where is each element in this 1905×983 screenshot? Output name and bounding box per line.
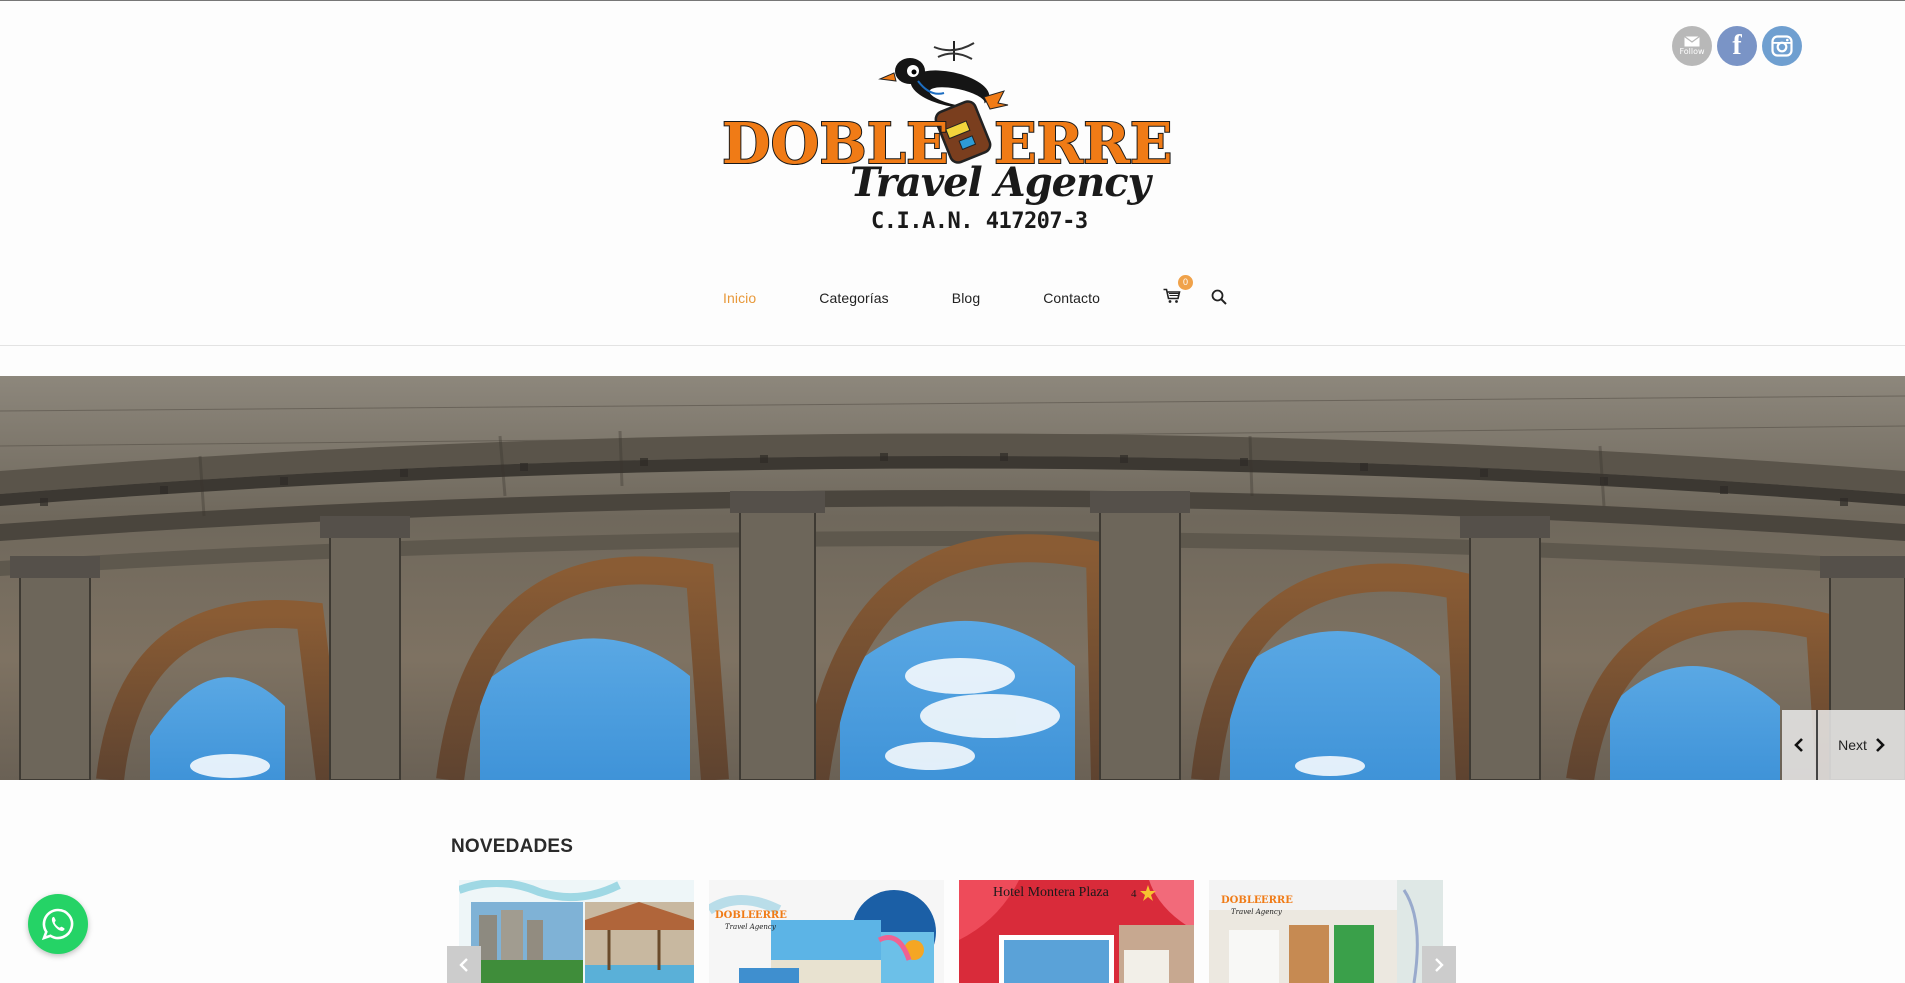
product-card[interactable] — [459, 880, 694, 983]
card-stars: 4 — [1131, 888, 1137, 900]
product-thumbnail — [709, 880, 944, 983]
follow-email-button[interactable]: Follow — [1672, 26, 1712, 66]
cart-icon — [1163, 288, 1181, 303]
carousel-next-button[interactable] — [1422, 946, 1456, 983]
hero-image-colosseum — [0, 376, 1905, 780]
nav-item-blog[interactable]: Blog — [952, 290, 980, 306]
card-logo-word2: ERRE — [755, 910, 787, 921]
card-logo-word2: ERRE — [1261, 895, 1293, 906]
product-card[interactable]: Hotel Montera Plaza 4 — [959, 880, 1194, 983]
nav-item-inicio[interactable]: Inicio — [723, 290, 756, 306]
slider-next-button[interactable]: Next — [1818, 710, 1905, 780]
facebook-icon: f — [1732, 30, 1742, 61]
mail-icon — [1684, 36, 1700, 47]
search-button[interactable] — [1211, 289, 1229, 307]
card-logo-subtitle: Travel Agency — [1231, 908, 1282, 916]
instagram-icon — [1771, 35, 1793, 57]
site-logo[interactable]: DOBLE ERRE Travel Agency C.I.A.N. 417207… — [721, 39, 1182, 239]
facebook-button[interactable]: f — [1717, 26, 1757, 66]
main-navigation: Inicio Categorías Blog Contacto 0 — [723, 275, 1229, 308]
follow-label: Follow — [1679, 47, 1705, 56]
novedades-carousel: DOBLE ERRE Travel Agency Hotel Montera P… — [459, 880, 1443, 983]
card-logo-word1: DOBLE — [715, 910, 756, 921]
chevron-left-icon — [1794, 738, 1803, 752]
slider-prev-button[interactable] — [1782, 710, 1818, 780]
logo-license-number: C.I.A.N. 417207-3 — [871, 209, 1088, 234]
logo-subtitle: Travel Agency — [850, 159, 1151, 206]
product-card[interactable]: DOBLE ERRE Travel Agency — [1209, 880, 1443, 983]
card-logo-subtitle: Travel Agency — [725, 923, 776, 931]
hero-slider — [0, 376, 1905, 780]
chevron-left-icon — [459, 957, 468, 972]
section-title-novedades: NOVEDADES — [451, 836, 574, 857]
chevron-right-icon — [1875, 738, 1885, 752]
slider-controls: Next — [1782, 710, 1905, 780]
site-header: Follow f DOBLE ERRE Travel Agency C.I.A.… — [0, 1, 1905, 346]
carousel-prev-button[interactable] — [447, 946, 481, 983]
whatsapp-chat-button[interactable] — [28, 894, 88, 954]
cart-button[interactable]: 0 — [1163, 275, 1194, 308]
chevron-right-icon — [1435, 957, 1444, 972]
product-card[interactable]: DOBLE ERRE Travel Agency — [709, 880, 944, 983]
whatsapp-icon — [41, 908, 74, 941]
product-thumbnail — [459, 880, 694, 983]
nav-item-contacto[interactable]: Contacto — [1043, 290, 1100, 306]
cart-count-badge: 0 — [1178, 275, 1194, 290]
card-caption: Hotel Montera Plaza — [993, 885, 1109, 900]
next-label: Next — [1838, 737, 1867, 753]
card-logo-word1: DOBLE — [1221, 895, 1262, 906]
search-icon — [1211, 289, 1227, 305]
instagram-button[interactable] — [1762, 26, 1802, 66]
social-icons: Follow f — [1672, 26, 1802, 66]
nav-item-categorias[interactable]: Categorías — [819, 290, 888, 306]
